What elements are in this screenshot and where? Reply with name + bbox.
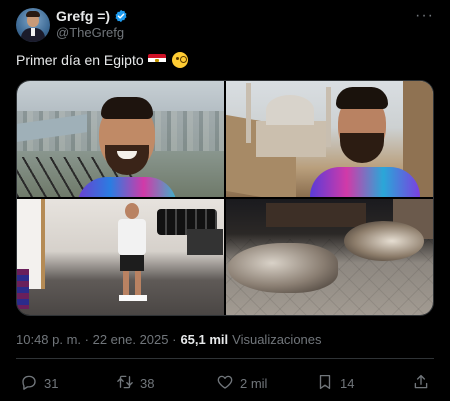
share-button[interactable] bbox=[412, 373, 430, 394]
author-handle[interactable]: @TheGrefg bbox=[56, 25, 124, 40]
tweet-text-body: Primer día en Egipto bbox=[16, 52, 144, 68]
reply-count: 31 bbox=[44, 375, 59, 391]
bookmark-button[interactable]: 14 bbox=[316, 373, 354, 394]
tweet-meta: 10:48 p. m. · 22 ene. 2025 · 65,1 mil Vi… bbox=[16, 332, 322, 347]
retweet-count: 38 bbox=[140, 375, 155, 391]
timestamp[interactable]: 10:48 p. m. · 22 ene. 2025 · bbox=[16, 332, 176, 347]
like-button[interactable]: 2 mil bbox=[216, 373, 267, 394]
views-count: 65,1 mil bbox=[180, 332, 229, 347]
author-name-row: Grefg =) bbox=[56, 8, 128, 24]
bookmark-icon bbox=[316, 373, 334, 394]
photo-sleeping-dogs[interactable] bbox=[226, 199, 433, 315]
avatar-tie bbox=[31, 28, 35, 36]
avatar-hair bbox=[26, 11, 40, 17]
tweet-card: Grefg =) @TheGrefg ··· Primer día en Egi… bbox=[0, 0, 450, 401]
more-options-icon[interactable]: ··· bbox=[415, 8, 434, 24]
tweet-text: Primer día en Egipto bbox=[16, 52, 188, 68]
views-label: Visualizaciones bbox=[232, 332, 322, 347]
verified-badge-icon bbox=[114, 9, 128, 23]
bookmark-count: 14 bbox=[340, 375, 355, 391]
divider bbox=[16, 358, 434, 359]
retweet-icon bbox=[116, 373, 134, 394]
monocle-face-icon bbox=[171, 52, 188, 68]
heart-icon bbox=[216, 373, 234, 394]
action-bar: 31 38 2 mil 14 bbox=[16, 372, 434, 394]
photo-mosque-selfie[interactable] bbox=[226, 81, 433, 197]
share-icon bbox=[412, 373, 430, 394]
media-grid bbox=[16, 80, 434, 316]
author-display-name[interactable]: Grefg =) bbox=[56, 8, 110, 24]
photo-city-selfie[interactable] bbox=[17, 81, 224, 197]
like-count: 2 mil bbox=[240, 375, 268, 391]
reply-icon bbox=[20, 373, 38, 394]
reply-button[interactable]: 31 bbox=[20, 373, 58, 394]
retweet-button[interactable]: 38 bbox=[116, 373, 154, 394]
egypt-flag-icon bbox=[147, 54, 166, 66]
avatar[interactable] bbox=[16, 8, 50, 42]
photo-gym[interactable] bbox=[17, 199, 224, 315]
